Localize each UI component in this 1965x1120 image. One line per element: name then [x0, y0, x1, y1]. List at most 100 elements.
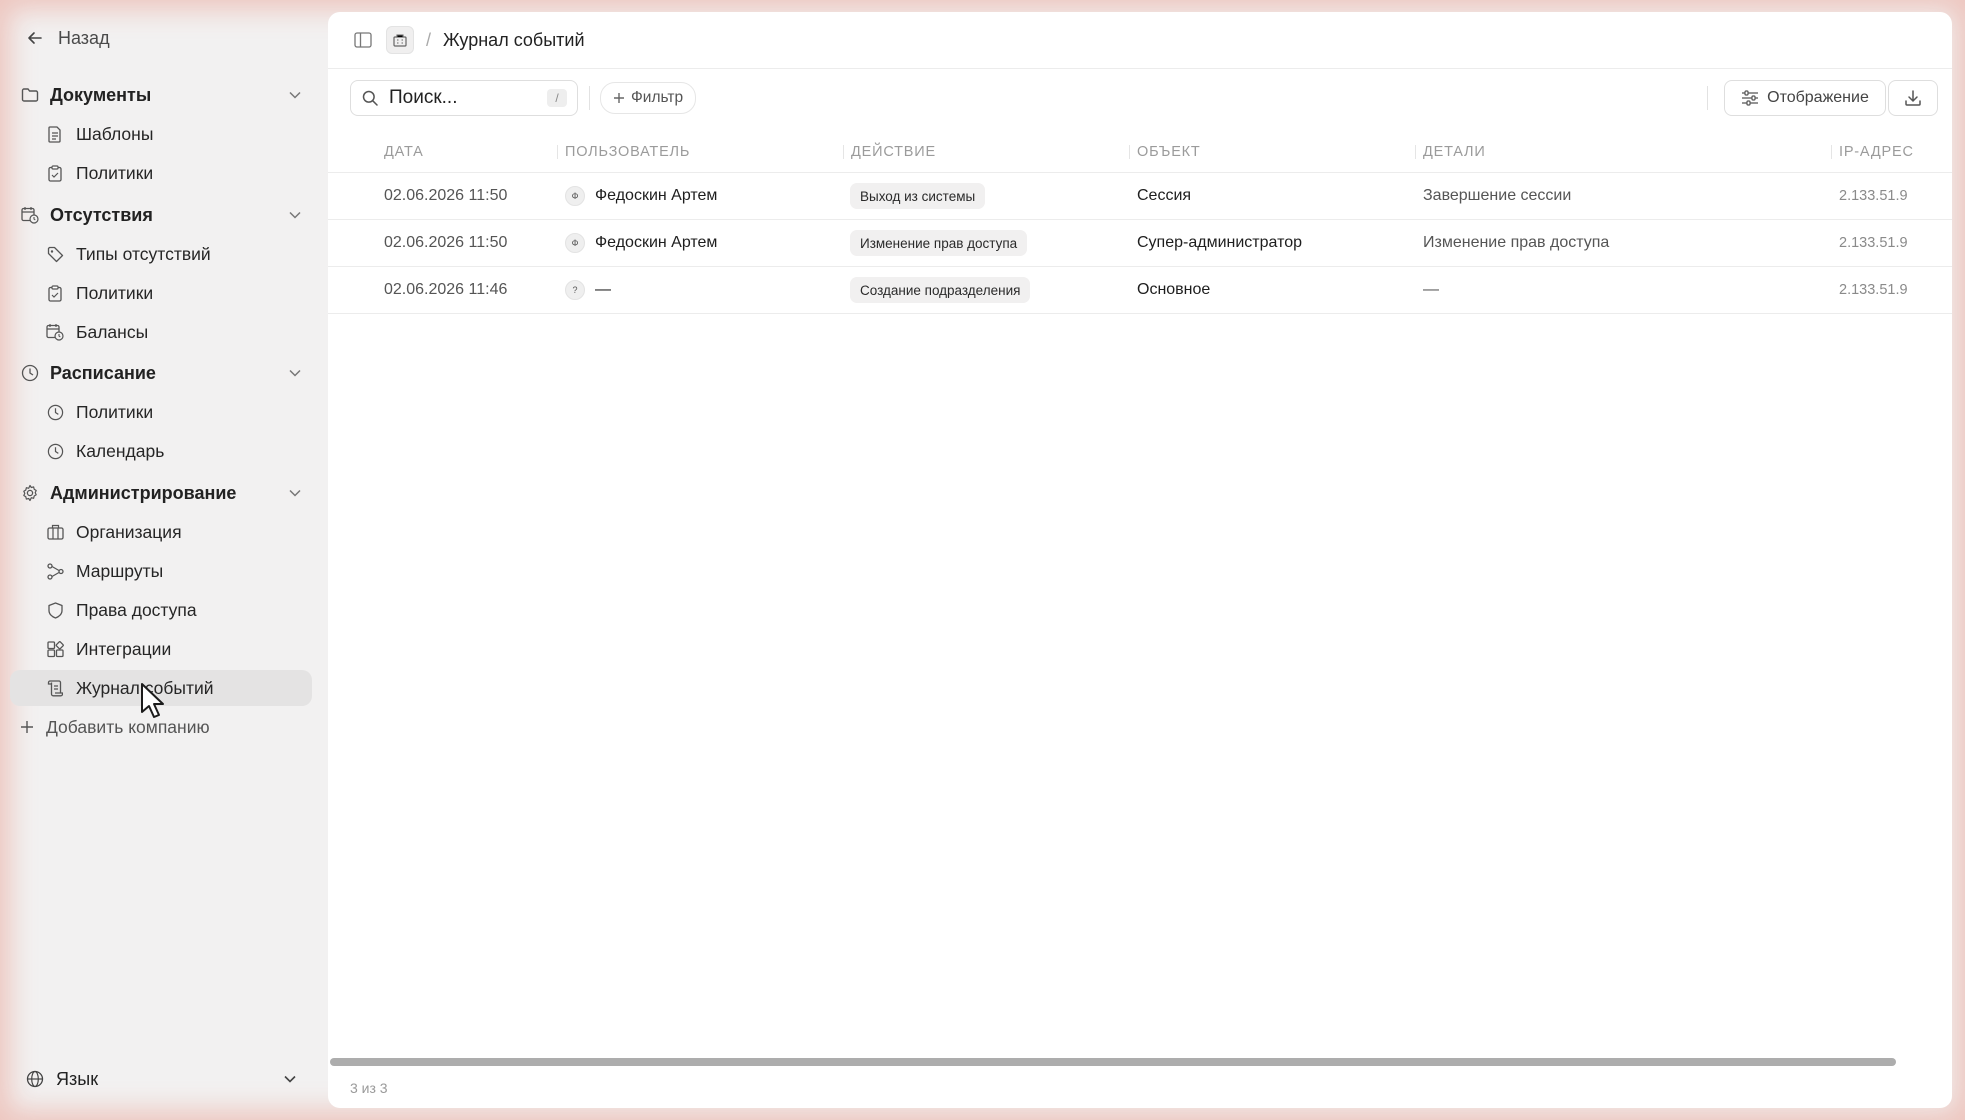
sidebar-item-label: Маршруты — [76, 560, 164, 581]
table-header: ДАТА ПОЛЬЗОВАТЕЛЬ ДЕЙСТВИЕ ОБЪЕКТ ДЕТАЛИ… — [328, 132, 1952, 173]
chevron-down-icon — [287, 365, 303, 381]
globe-icon — [24, 1068, 46, 1090]
sidebar-item-calendar[interactable]: Календарь — [10, 433, 312, 469]
cell-ip: 2.133.51.9 — [1839, 235, 1908, 251]
gear-icon — [20, 483, 40, 503]
user-name: Федоскин Артем — [595, 234, 718, 251]
chevron-down-icon — [287, 485, 303, 501]
sidebar-item-integrations[interactable]: Интеграции — [10, 631, 312, 667]
sidebar-item-doc-policies[interactable]: Политики — [10, 155, 312, 191]
app-window: Назад Документы Шаблоны Политики Отсутст… — [0, 0, 1965, 1120]
cell-action: Выход из системы — [850, 173, 986, 219]
download-icon — [1904, 89, 1922, 107]
breadcrumb-current: Журнал событий — [443, 29, 585, 50]
nav-group-label: Администрирование — [50, 482, 237, 503]
nav-group-administration[interactable]: Администрирование — [20, 478, 305, 508]
back-link[interactable]: Назад — [24, 24, 110, 52]
nav-group-schedule[interactable]: Расписание — [20, 358, 305, 388]
sidebar-item-absence-types[interactable]: Типы отсутствий — [10, 236, 312, 272]
sidebar-item-organization[interactable]: Организация — [10, 514, 312, 550]
sidebar-item-label: Шаблоны — [76, 123, 154, 144]
building-icon — [46, 523, 64, 541]
sidebar-item-label: Балансы — [76, 321, 149, 342]
column-resizer[interactable] — [1129, 145, 1130, 159]
column-resizer[interactable] — [843, 145, 844, 159]
cell-ip: 2.133.51.9 — [1839, 282, 1908, 298]
table-row[interactable]: 02.06.2026 11:46 ? — Создание подразделе… — [328, 267, 1952, 314]
sidebar-item-schedule-policies[interactable]: Политики — [10, 394, 312, 430]
sidebar-toggle-icon[interactable] — [352, 29, 374, 51]
download-button[interactable] — [1888, 80, 1938, 116]
arrow-left-icon — [24, 27, 46, 49]
column-resizer[interactable] — [557, 145, 558, 159]
add-filter-button[interactable]: Фильтр — [600, 82, 697, 114]
table-row[interactable]: 02.06.2026 11:50 Ф Федоскин Артем Измене… — [328, 220, 1952, 267]
events-table: ДАТА ПОЛЬЗОВАТЕЛЬ ДЕЙСТВИЕ ОБЪЕКТ ДЕТАЛИ… — [328, 132, 1952, 314]
mouse-cursor-icon — [138, 682, 168, 722]
sidebar-item-label: Политики — [76, 401, 154, 422]
search-input[interactable] — [387, 86, 541, 110]
cell-user: Ф Федоскин Артем — [565, 220, 717, 266]
sidebar-item-templates[interactable]: Шаблоны — [10, 116, 312, 152]
nav-group-label: Документы — [50, 84, 152, 105]
sidebar-item-label: Политики — [76, 282, 154, 303]
table-row[interactable]: 02.06.2026 11:50 Ф Федоскин Артем Выход … — [328, 173, 1952, 220]
display-settings-button[interactable]: Отображение — [1724, 80, 1886, 116]
column-resizer[interactable] — [1415, 145, 1416, 159]
user-name: — — [595, 281, 611, 298]
clipboard-icon — [46, 284, 64, 302]
nav-group-label: Отсутствия — [50, 204, 153, 225]
sidebar-item-access-rights[interactable]: Права доступа — [10, 592, 312, 628]
column-header-ip[interactable]: IP-АДРЕС — [1831, 132, 1914, 172]
add-company-label: Добавить компанию — [46, 716, 210, 737]
display-label: Отображение — [1767, 89, 1869, 106]
cell-object: Супер-администратор — [1137, 234, 1303, 251]
log-icon — [46, 679, 64, 697]
column-header-object[interactable]: ОБЪЕКТ — [1129, 132, 1201, 172]
column-resizer[interactable] — [1831, 145, 1832, 159]
sidebar-item-absence-policies[interactable]: Политики — [10, 275, 312, 311]
action-badge: Создание подразделения — [850, 277, 1031, 303]
clock-icon — [46, 403, 64, 421]
sidebar-item-routes[interactable]: Маршруты — [10, 553, 312, 589]
sidebar-item-label: Организация — [76, 521, 182, 542]
cell-ip: 2.133.51.9 — [1839, 188, 1908, 204]
cell-date: 02.06.2026 11:50 — [384, 187, 508, 204]
column-header-action[interactable]: ДЕЙСТВИЕ — [843, 132, 936, 172]
search-icon — [361, 89, 379, 107]
column-header-details[interactable]: ДЕТАЛИ — [1415, 132, 1486, 172]
cell-date: 02.06.2026 11:50 — [384, 234, 508, 251]
row-count: 3 из 3 — [350, 1080, 388, 1096]
column-header-user[interactable]: ПОЛЬЗОВАТЕЛЬ — [557, 132, 690, 172]
search-shortcut-hint: / — [547, 89, 567, 107]
language-selector[interactable]: Язык — [24, 1064, 296, 1094]
cell-object: Сессия — [1137, 187, 1192, 204]
chevron-down-icon — [284, 1075, 296, 1083]
nav-group-absences[interactable]: Отсутствия — [20, 200, 305, 230]
calendar-clock-icon — [20, 205, 40, 225]
sidebar-item-label: Типы отсутствий — [76, 243, 211, 264]
column-label: ДЕЙСТВИЕ — [851, 144, 936, 160]
sidebar-item-label: Интеграции — [76, 638, 172, 659]
sidebar-item-label: Политики — [76, 162, 154, 183]
divider — [1707, 86, 1708, 110]
cell-date: 02.06.2026 11:46 — [384, 281, 508, 298]
search-box[interactable]: / — [350, 80, 578, 116]
action-badge: Выход из системы — [850, 183, 986, 209]
company-icon[interactable] — [386, 26, 414, 54]
clipboard-icon — [46, 164, 64, 182]
plus-icon — [613, 92, 625, 104]
route-icon — [46, 562, 64, 580]
language-label: Язык — [56, 1068, 99, 1089]
shield-icon — [46, 601, 64, 619]
cell-action: Создание подразделения — [850, 267, 1031, 313]
cell-details: Завершение сессии — [1423, 187, 1572, 204]
chevron-down-icon — [287, 207, 303, 223]
clock-icon — [20, 363, 40, 383]
sidebar-item-balances[interactable]: Балансы — [10, 314, 312, 350]
nav-group-documents[interactable]: Документы — [20, 80, 305, 110]
horizontal-scrollbar[interactable] — [330, 1058, 1896, 1066]
add-company-button[interactable]: Добавить компанию — [20, 712, 210, 742]
cell-object: Основное — [1137, 281, 1211, 298]
column-header-date[interactable]: ДАТА — [384, 132, 424, 172]
